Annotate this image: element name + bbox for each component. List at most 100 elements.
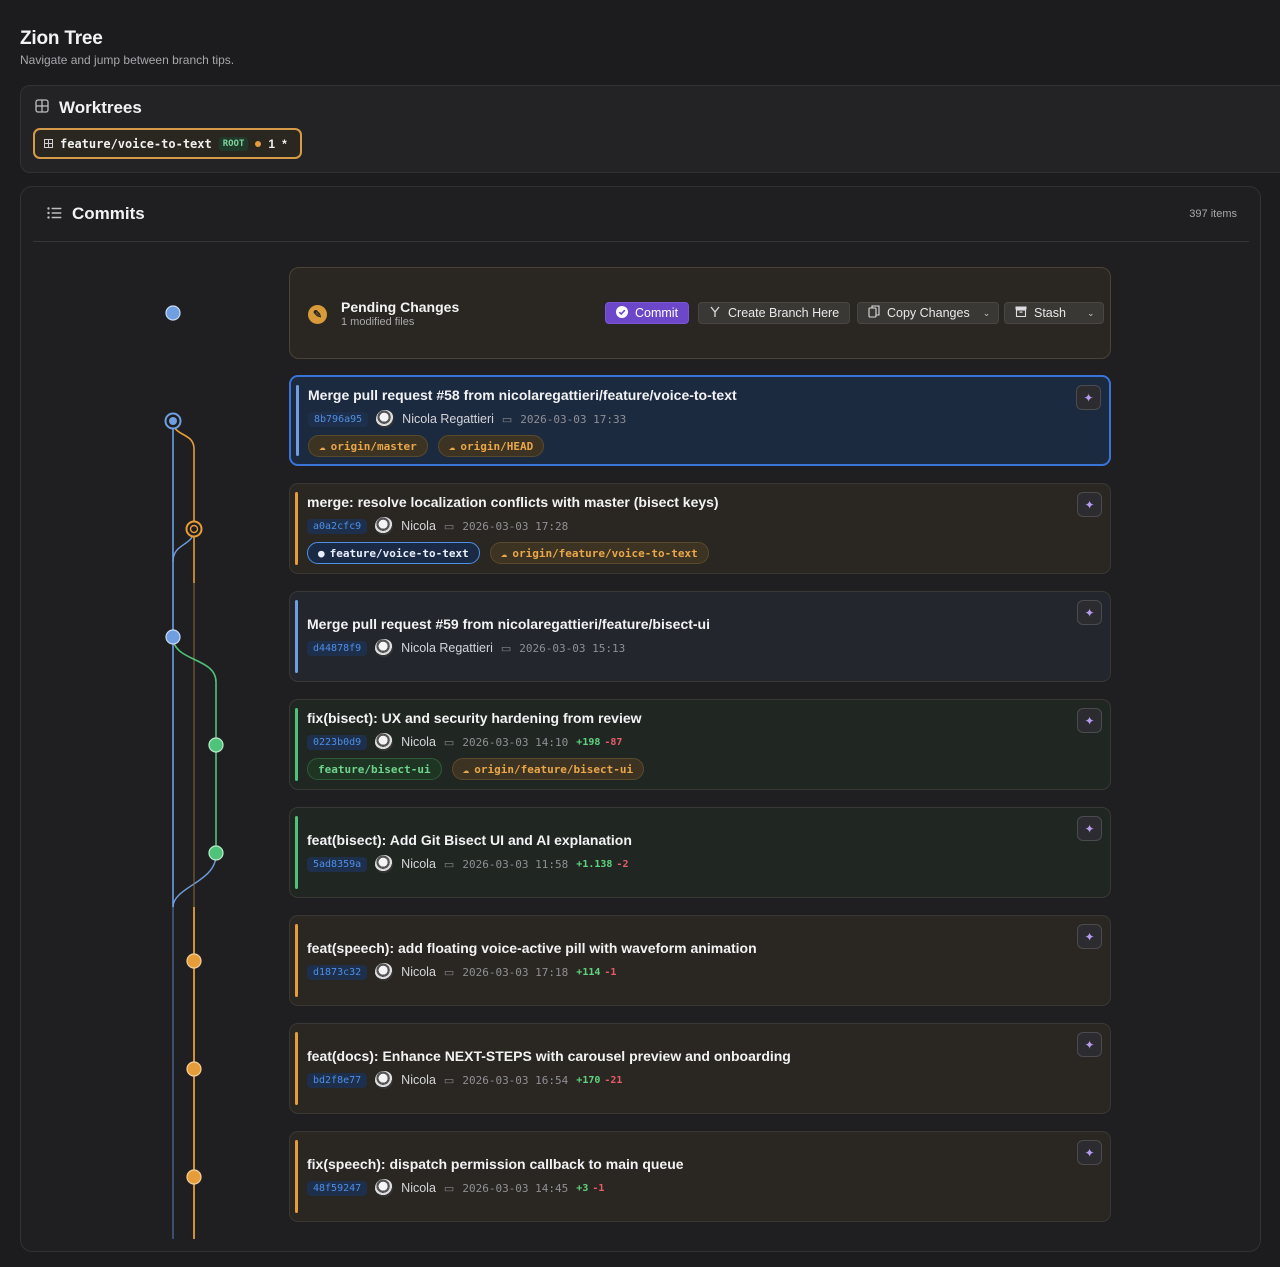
lines-removed: -1: [604, 966, 617, 978]
commit-hash[interactable]: 5ad8359a: [307, 856, 368, 872]
commit-meta: 8b796a95 Nicola Regattieri ▭ 2026-03-03 …: [308, 410, 626, 428]
commit-hash[interactable]: 0223b0d9: [307, 734, 368, 750]
sparkle-ai-button[interactable]: ✦: [1077, 600, 1102, 625]
remote-ref-tag[interactable]: ☁ origin/feature/voice-to-text: [489, 542, 709, 564]
avatar: [375, 963, 394, 981]
commit-row[interactable]: Merge pull request #59 from nicolaregatt…: [289, 591, 1111, 682]
graph-node-3: [165, 629, 181, 645]
calendar-icon: ▭: [501, 413, 513, 426]
commit-date: 2026-03-03 11:58: [462, 857, 569, 871]
commit-meta: a0a2cfc9 Nicola ▭ 2026-03-03 17:28: [307, 517, 568, 535]
calendar-icon: ▭: [500, 642, 512, 655]
app-subtitle: Navigate and jump between branch tips.: [20, 53, 235, 67]
remote-ref-tag[interactable]: ☁ origin/feature/bisect-ui: [451, 758, 645, 780]
check-circle-icon: [616, 305, 628, 321]
graph-node-7: [186, 1061, 202, 1077]
commit-row[interactable]: fix(bisect): UX and security hardening f…: [289, 699, 1111, 790]
lines-removed: -2: [616, 858, 629, 870]
changes-dot-icon: [255, 140, 262, 147]
sparkle-ai-button[interactable]: ✦: [1077, 924, 1102, 949]
commit-row[interactable]: feat(docs): Enhance NEXT-STEPS with caro…: [289, 1023, 1111, 1114]
pending-changes-card[interactable]: ✎ Pending Changes 1 modified files Commi…: [289, 267, 1111, 359]
calendar-icon: ▭: [443, 858, 455, 871]
copy-icon: [868, 305, 880, 321]
worktree-icon: [44, 137, 53, 151]
graph-node-2: [185, 520, 203, 538]
local-branch-tag[interactable]: ● feature/voice-to-text: [307, 542, 480, 564]
commit-button-label: Commit: [635, 306, 679, 320]
lines-added: +3: [576, 1182, 589, 1194]
commit-date: 2026-03-03 14:45: [462, 1181, 569, 1195]
commit-author: Nicola: [401, 857, 436, 871]
commit-row[interactable]: feat(speech): add floating voice-active …: [289, 915, 1111, 1006]
worktree-chip[interactable]: feature/voice-to-text ROOT 1 *: [33, 128, 302, 159]
commit-author: Nicola: [401, 1181, 436, 1195]
sparkle-ai-button[interactable]: ✦: [1077, 1140, 1102, 1165]
pending-subtitle: 1 modified files: [341, 316, 415, 328]
graph-node-6: [186, 953, 202, 969]
create-branch-label: Create Branch Here: [728, 306, 840, 320]
graph-node-pending: [165, 305, 181, 321]
calendar-icon: ▭: [443, 966, 455, 979]
commit-message: fix(bisect): UX and security hardening f…: [307, 710, 642, 726]
stash-button[interactable]: Stash ⌄: [1004, 302, 1104, 324]
commit-hash[interactable]: a0a2cfc9: [307, 518, 368, 534]
commit-hash[interactable]: 8b796a95: [308, 411, 369, 427]
commit-meta: d44878f9 Nicola Regattieri ▭ 2026-03-03 …: [307, 639, 625, 657]
commit-message: feat(docs): Enhance NEXT-STEPS with caro…: [307, 1048, 791, 1064]
sparkle-ai-button[interactable]: ✦: [1076, 385, 1101, 410]
commits-panel: Commits 397 items ✎ Pending Changes 1 mo…: [20, 186, 1261, 1252]
sparkle-ai-button[interactable]: ✦: [1077, 708, 1102, 733]
commit-row[interactable]: feat(bisect): Add Git Bisect UI and AI e…: [289, 807, 1111, 898]
calendar-icon: ▭: [443, 1074, 455, 1087]
lines-removed: -1: [592, 1182, 605, 1194]
commit-date: 2026-03-03 14:10: [462, 735, 569, 749]
root-badge: ROOT: [218, 136, 249, 151]
commit-hash[interactable]: bd2f8e77: [307, 1072, 368, 1088]
avatar: [375, 1179, 394, 1197]
pencil-icon: ✎: [308, 305, 327, 324]
avatar: [376, 410, 395, 428]
local-branch-tag[interactable]: feature/bisect-ui: [307, 758, 442, 780]
chevron-down-icon[interactable]: ⌄: [1087, 308, 1095, 319]
avatar: [375, 855, 394, 873]
cloud-icon: ☁: [319, 439, 326, 453]
commit-row[interactable]: merge: resolve localization conflicts wi…: [289, 483, 1111, 574]
commit-button[interactable]: Commit: [605, 302, 690, 324]
commit-date: 2026-03-03 15:13: [519, 641, 626, 655]
commit-hash[interactable]: d1873c32: [307, 964, 368, 980]
commit-hash[interactable]: d44878f9: [307, 640, 368, 656]
remote-ref-tag[interactable]: ☁ origin/master: [308, 435, 428, 457]
lines-removed: -21: [604, 1074, 623, 1086]
create-branch-button[interactable]: Create Branch Here: [698, 302, 851, 324]
lines-added: +198: [576, 736, 601, 748]
commit-message: fix(speech): dispatch permission callbac…: [307, 1156, 684, 1172]
check-circle-icon: ●: [318, 546, 325, 560]
commit-date: 2026-03-03 17:18: [462, 965, 569, 979]
commit-row[interactable]: fix(speech): dispatch permission callbac…: [289, 1131, 1111, 1222]
commit-refs: ☁ origin/master ☁ origin/HEAD: [308, 435, 545, 457]
sparkle-ai-button[interactable]: ✦: [1077, 492, 1102, 517]
remote-ref-tag[interactable]: ☁ origin/HEAD: [437, 435, 545, 457]
calendar-icon: ▭: [443, 520, 455, 533]
pending-title: Pending Changes: [341, 299, 460, 315]
worktree-branch: feature/voice-to-text: [60, 136, 212, 151]
commit-date: 2026-03-03 17:28: [462, 519, 569, 533]
chevron-down-icon[interactable]: ⌄: [983, 308, 991, 319]
commit-refs: ● feature/voice-to-text ☁ origin/feature/v…: [307, 542, 709, 564]
commit-graph: [164, 305, 224, 1239]
avatar: [375, 733, 394, 751]
avatar: [375, 1071, 394, 1089]
copy-changes-button[interactable]: Copy Changes ⌄: [857, 302, 1000, 324]
sparkle-ai-button[interactable]: ✦: [1077, 816, 1102, 841]
commit-author: Nicola: [401, 735, 436, 749]
commit-date: 2026-03-03 16:54: [462, 1073, 569, 1087]
copy-changes-label: Copy Changes: [887, 306, 970, 320]
graph-node-4: [208, 737, 224, 753]
commit-row[interactable]: Merge pull request #58 from nicolaregatt…: [289, 375, 1111, 466]
sparkle-ai-button[interactable]: ✦: [1077, 1032, 1102, 1057]
avatar: [375, 517, 394, 535]
commit-hash[interactable]: 48f59247: [307, 1180, 368, 1196]
stash-label: Stash: [1034, 306, 1066, 320]
avatar: [375, 639, 394, 657]
